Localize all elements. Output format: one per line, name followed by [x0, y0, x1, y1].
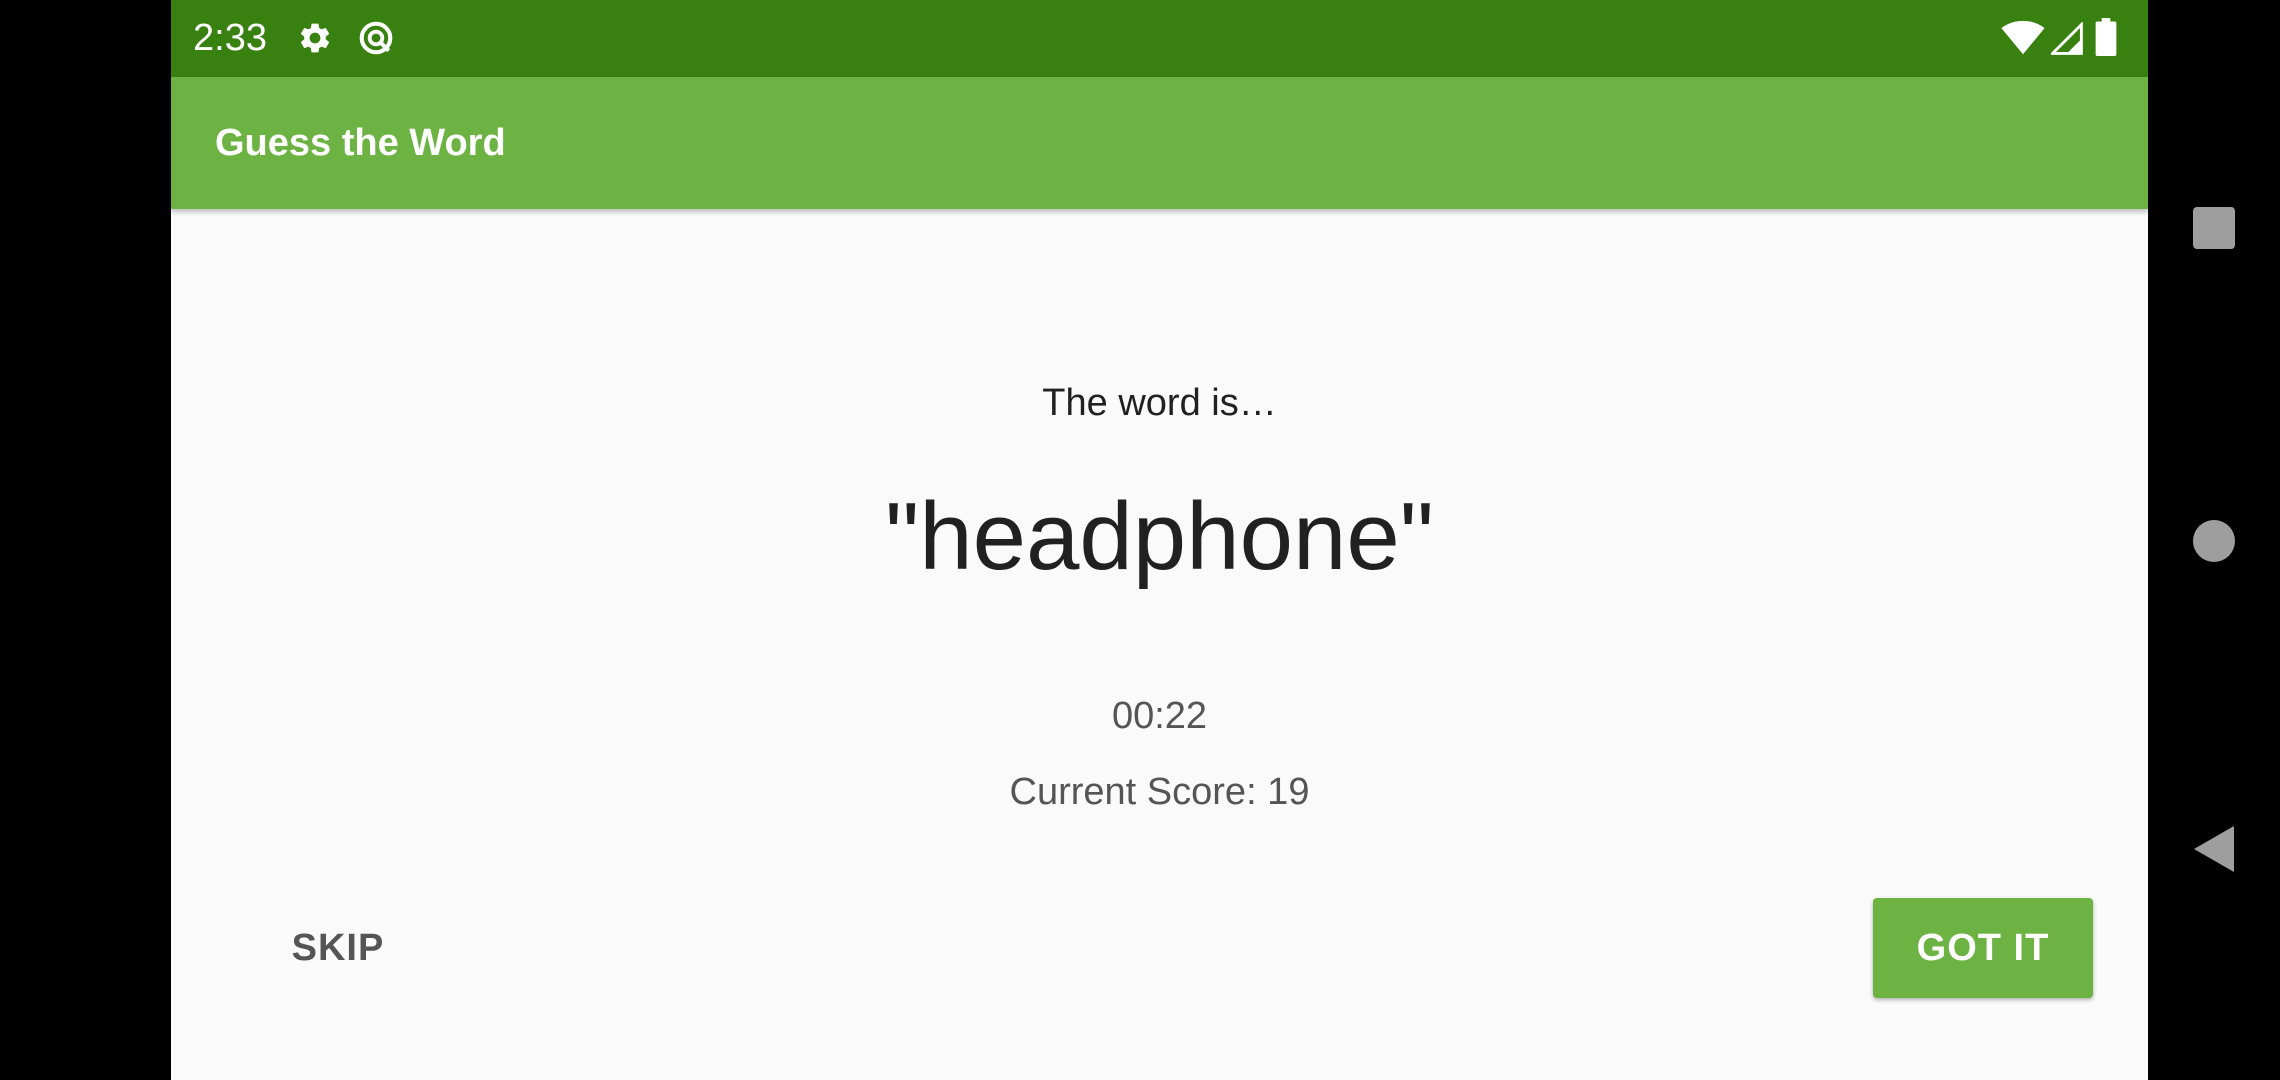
status-bar: 2:33 [171, 0, 2148, 77]
navigation-bar [2148, 0, 2280, 1080]
sync-icon [359, 21, 393, 55]
home-icon[interactable] [2192, 519, 2236, 563]
current-score: Current Score: 19 [1009, 771, 1310, 813]
recents-icon[interactable] [2193, 207, 2235, 249]
app-title: Guess the Word [215, 122, 506, 164]
back-icon[interactable] [2194, 826, 2234, 872]
status-time: 2:33 [193, 17, 267, 59]
skip-button[interactable]: SKIP [275, 898, 401, 998]
wifi-icon [2001, 20, 2045, 55]
got-it-button[interactable]: GOT IT [1873, 898, 2093, 998]
word-intro-label: The word is… [1042, 382, 1277, 424]
app-screen: 2:33 Guess the Word The word is… "headph… [171, 0, 2148, 1080]
timer-display: 00:22 [1111, 695, 1208, 737]
battery-icon [2095, 18, 2117, 56]
current-word: "headphone" [885, 483, 1434, 590]
settings-icon [300, 23, 330, 53]
signal-icon [2051, 22, 2083, 55]
app-bar: Guess the Word [171, 77, 2148, 209]
